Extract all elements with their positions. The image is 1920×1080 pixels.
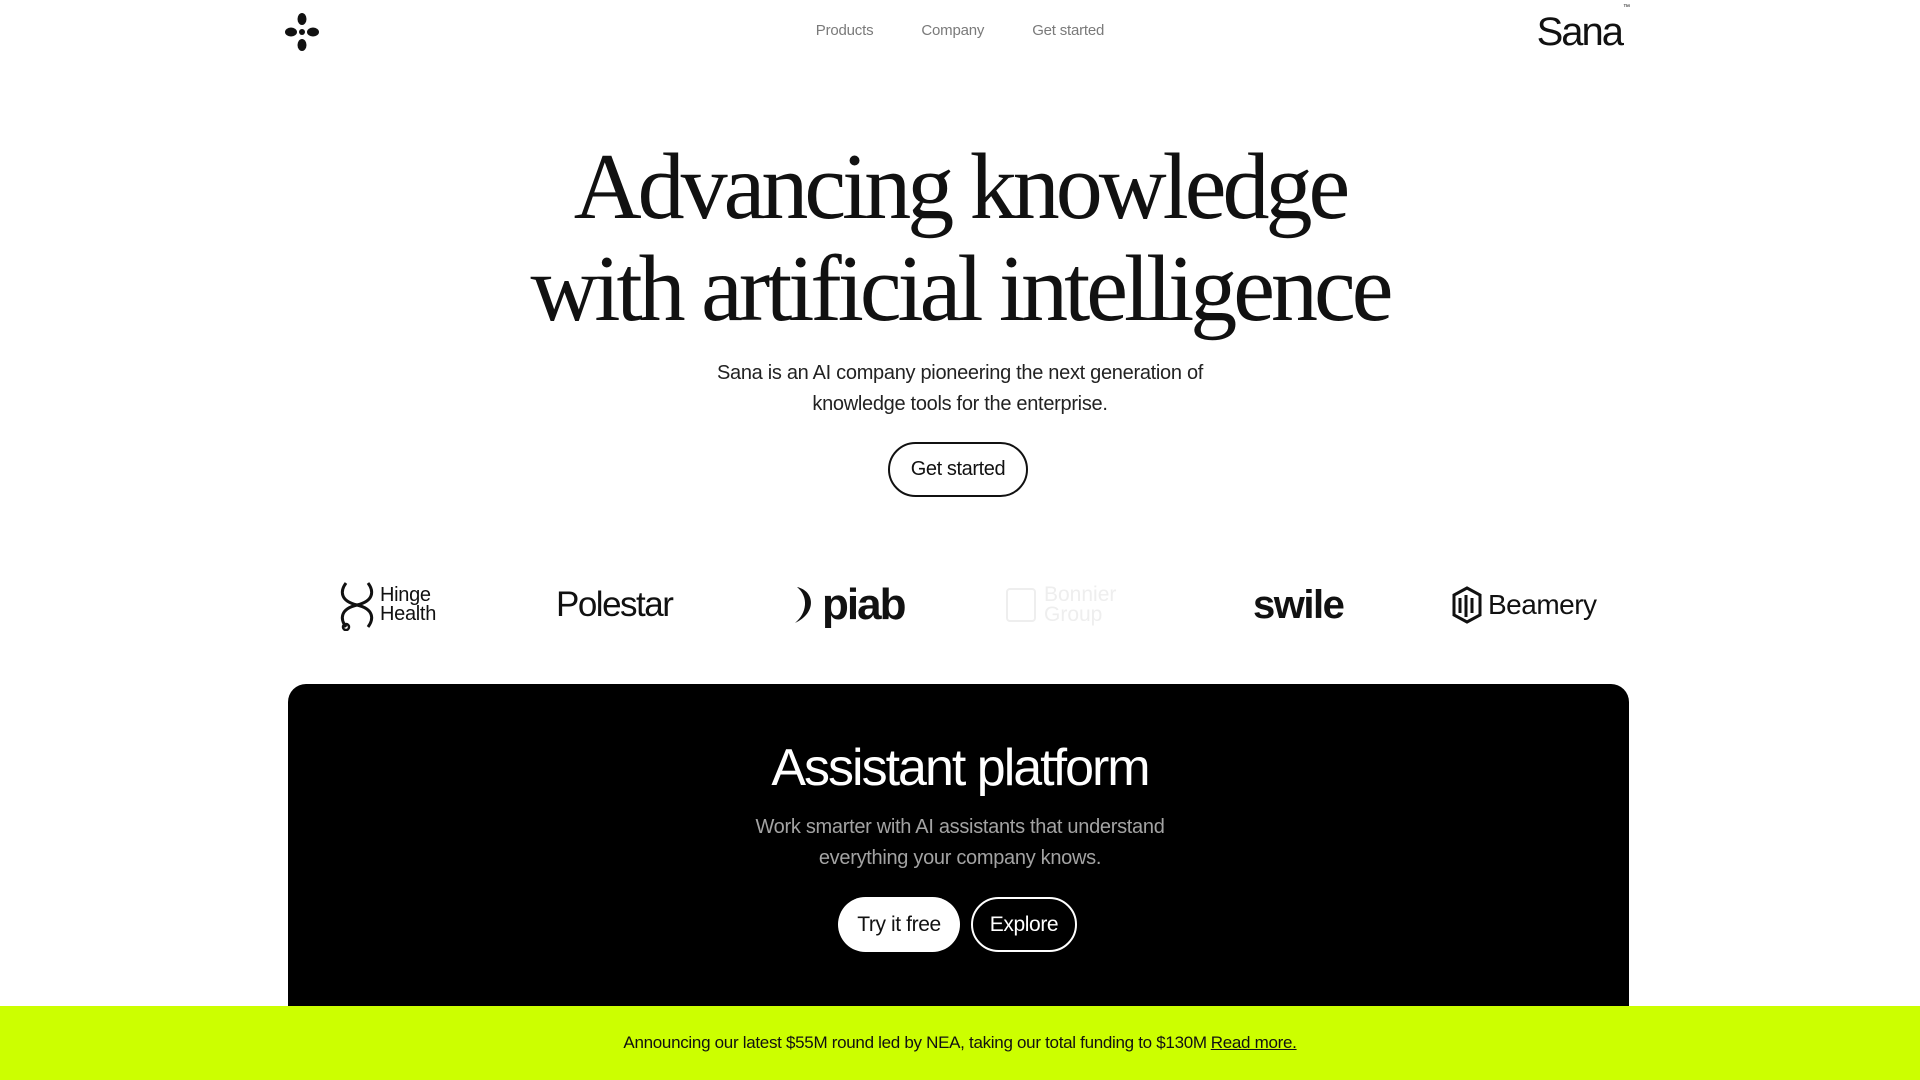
banner-text: Announcing our latest $55M round led by … [623, 1033, 1207, 1052]
hero-subtitle-line-1: Sana is an AI company pioneering the nex… [716, 362, 1204, 384]
read-more-link[interactable]: Read more. [1211, 1033, 1297, 1053]
platform-subtitle-line-2: everything your company knows. [818, 847, 1102, 869]
main-nav: Products Company Get started [0, 22, 1920, 39]
wordmark-text: Sana [1536, 10, 1624, 54]
swile-logo-text: swile [1253, 582, 1345, 627]
hero-title: Advancing knowledge with artificial inte… [0, 136, 1920, 340]
piab-swoosh-icon [795, 587, 811, 623]
hinge-health-logo: Hinge Health [336, 570, 436, 640]
assistant-platform-title: Assistant platform [771, 739, 1150, 797]
swile-logo: swile [1253, 570, 1345, 640]
beamery-cube-icon [1452, 586, 1482, 624]
faded-partner-logo: Bonnier Group [1006, 570, 1116, 640]
hero-title-line-2: with artificial intelligence [530, 237, 1394, 341]
nav-company-link[interactable]: Company [921, 22, 984, 39]
nav-get-started-link[interactable]: Get started [1032, 22, 1104, 39]
hinge-health-icon [340, 582, 374, 631]
faded-logo-box-icon [1006, 588, 1036, 622]
faded-logo-line-2: Group [1044, 603, 1103, 626]
faded-logo-line-1: Bonnier [1044, 583, 1117, 606]
beamery-logo: Beamery [1452, 570, 1597, 640]
header: Products Company Get started Sana™ [0, 0, 1920, 64]
platform-subtitle-line-1: Work smarter with AI assistants that und… [755, 816, 1165, 838]
piab-logo-text: piab [822, 580, 906, 629]
funding-announcement-banner: Announcing our latest $55M round led by … [0, 1006, 1920, 1080]
trademark-symbol: ™ [1623, 3, 1630, 11]
hinge-logo-line-2: Health [380, 603, 437, 625]
try-it-free-button[interactable]: Try it free [838, 897, 960, 952]
sana-wordmark[interactable]: Sana™ [1536, 4, 1630, 55]
hero-subtitle-line-2: knowledge tools for the enterprise. [812, 393, 1108, 415]
piab-logo: piab [791, 570, 906, 640]
nav-products-link[interactable]: Products [816, 22, 874, 39]
beamery-logo-text: Beamery [1488, 589, 1597, 620]
customer-logos: Hinge Health Polestar piab Bonnier Group… [0, 570, 1920, 640]
hero-subtitle: Sana is an AI company pioneering the nex… [0, 358, 1920, 420]
polestar-logo-text: Polestar [556, 585, 674, 624]
page: Products Company Get started Sana™ Advan… [0, 0, 1920, 1080]
get-started-button[interactable]: Get started [888, 442, 1028, 497]
explore-button[interactable]: Explore [971, 897, 1077, 952]
assistant-platform-subtitle: Work smarter with AI assistants that und… [0, 812, 1920, 874]
hero-title-line-1: Advancing knowledge [573, 135, 1350, 239]
polestar-logo: Polestar [556, 570, 674, 640]
